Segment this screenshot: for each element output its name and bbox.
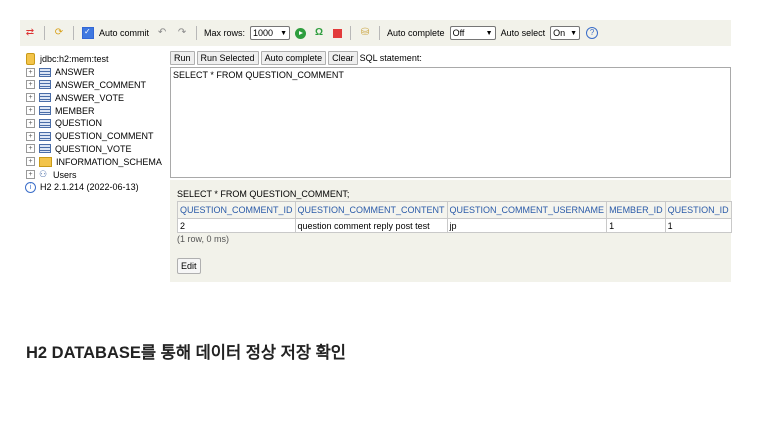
version-label: H2 2.1.214 (2022-06-13) (40, 182, 139, 193)
table-icon (39, 80, 51, 90)
run-icon[interactable] (295, 27, 307, 39)
chevron-down-icon: ▼ (485, 29, 493, 37)
auto-select-select[interactable]: On ▼ (550, 26, 581, 40)
auto-select-value: On (553, 28, 566, 38)
tree-table-member[interactable]: + MEMBER (25, 104, 165, 117)
folder-icon (39, 156, 52, 167)
toolbar-divider (350, 26, 352, 40)
results-header-row: QUESTION_COMMENT_ID QUESTION_COMMENT_CON… (177, 201, 732, 219)
table-cell: 1 (606, 218, 666, 233)
sql-editor[interactable]: SELECT * FROM QUESTION_COMMENT (170, 67, 731, 178)
run-button[interactable]: Run (170, 51, 195, 65)
table-icon (39, 106, 51, 116)
expand-icon[interactable]: + (26, 118, 35, 128)
users-icon: ⚇ (39, 169, 48, 180)
run-selected-button[interactable]: Run Selected (196, 51, 259, 65)
commit-icon[interactable]: ↷ (175, 26, 189, 40)
toolbar-divider (196, 26, 198, 40)
max-rows-select[interactable]: 1000 ▼ (250, 26, 291, 40)
expand-icon[interactable]: + (26, 93, 35, 103)
info-icon: i (25, 181, 36, 193)
tree-schema[interactable]: + INFORMATION_SCHEMA (25, 155, 165, 168)
results-table: QUESTION_COMMENT_ID QUESTION_COMMENT_CON… (177, 201, 732, 233)
expand-icon[interactable]: + (26, 170, 35, 180)
table-icon (39, 118, 51, 128)
table-label: ANSWER (55, 67, 95, 78)
row-count: (1 row, 0 ms) (177, 234, 230, 244)
table-cell: 2 (177, 218, 296, 233)
auto-complete-label: Auto complete (387, 28, 445, 38)
tree-table-answer[interactable]: + ANSWER (25, 66, 165, 79)
expand-icon[interactable]: + (26, 80, 35, 90)
tree-table-answer-vote[interactable]: + ANSWER_VOTE (25, 91, 165, 104)
column-header[interactable]: QUESTION_COMMENT_CONTENT (294, 201, 448, 219)
table-icon (39, 131, 51, 141)
auto-complete-button[interactable]: Auto complete (260, 51, 327, 65)
table-icon (39, 93, 51, 103)
table-label: ANSWER_COMMENT (55, 79, 147, 90)
tree-table-question-comment[interactable]: + QUESTION_COMMENT (25, 130, 165, 143)
schema-label: INFORMATION_SCHEMA (56, 156, 162, 167)
toolbar-divider (379, 26, 381, 40)
table-label: QUESTION (55, 118, 103, 129)
table-label: QUESTION_COMMENT (55, 131, 154, 142)
rollback-icon[interactable]: ↶ (155, 26, 169, 40)
tree-table-question[interactable]: + QUESTION (25, 117, 165, 130)
expand-icon[interactable]: + (26, 67, 35, 77)
table-icon (39, 144, 51, 154)
max-rows-value: 1000 (253, 28, 274, 38)
table-label: ANSWER_VOTE (55, 92, 125, 103)
executed-sql: SELECT * FROM QUESTION_COMMENT; (177, 189, 350, 199)
history-icon[interactable]: ⛁ (358, 26, 372, 40)
schema-tree: jdbc:h2:mem:test + ANSWER + ANSWER_COMME… (25, 53, 165, 194)
toolbar: ⇄ ⟳ Auto commit ↶ ↷ Max rows: 1000 ▼ Ω ⛁… (20, 20, 731, 46)
tree-users[interactable]: + ⚇ Users (25, 168, 165, 181)
auto-commit-label: Auto commit (99, 28, 150, 38)
clear-button[interactable]: Clear (328, 51, 358, 65)
toolbar-divider (44, 26, 45, 40)
table-label: QUESTION_VOTE (55, 143, 132, 154)
column-header[interactable]: QUESTION_COMMENT_ID (177, 201, 296, 219)
chevron-down-icon: ▼ (570, 29, 578, 37)
auto-complete-select[interactable]: Off ▼ (449, 26, 496, 40)
sql-editor-text: SELECT * FROM QUESTION_COMMENT (173, 70, 344, 80)
expand-icon[interactable]: + (26, 157, 35, 167)
edit-button[interactable]: Edit (177, 258, 201, 274)
column-header[interactable]: QUESTION_COMMENT_USERNAME (446, 201, 608, 219)
stop-icon[interactable] (333, 28, 343, 38)
expand-icon[interactable]: + (26, 131, 35, 141)
tree-table-answer-comment[interactable]: + ANSWER_COMMENT (25, 79, 165, 92)
run-selected-icon[interactable]: Ω (312, 26, 326, 40)
sql-statement-label: SQL statement: (359, 53, 422, 63)
database-icon (26, 53, 35, 66)
max-rows-label: Max rows: (204, 28, 246, 38)
chevron-down-icon: ▼ (280, 29, 288, 37)
results-panel: SELECT * FROM QUESTION_COMMENT; QUESTION… (170, 180, 732, 282)
table-cell: jp (446, 218, 608, 233)
expand-icon[interactable]: + (26, 106, 35, 116)
auto-complete-value: Off (452, 28, 465, 38)
help-icon[interactable]: ? (586, 27, 599, 39)
connection-label: jdbc:h2:mem:test (40, 54, 109, 65)
expand-icon[interactable]: + (26, 144, 35, 154)
table-label: MEMBER (55, 105, 95, 116)
toolbar-divider (73, 26, 74, 40)
query-toolbar: Run Run Selected Auto complete Clear SQL… (170, 50, 422, 66)
caption: H2 DATABASE를 통해 데이터 정상 저장 확인 (26, 344, 346, 362)
table-cell: 1 (664, 218, 732, 233)
table-icon (39, 67, 51, 77)
tree-version: i H2 2.1.214 (2022-06-13) (25, 181, 165, 194)
refresh-icon[interactable]: ⟳ (52, 26, 66, 40)
users-label: Users (53, 169, 77, 180)
column-header[interactable]: MEMBER_ID (606, 201, 666, 219)
disconnect-icon[interactable]: ⇄ (23, 26, 37, 40)
tree-table-question-vote[interactable]: + QUESTION_VOTE (25, 143, 165, 156)
table-row: 2 question comment reply post test jp 1 … (177, 218, 732, 233)
column-header[interactable]: QUESTION_ID (664, 201, 732, 219)
auto-select-label: Auto select (500, 28, 546, 38)
tree-connection[interactable]: jdbc:h2:mem:test (25, 53, 165, 66)
h2-console: ⇄ ⟳ Auto commit ↶ ↷ Max rows: 1000 ▼ Ω ⛁… (20, 20, 732, 282)
table-cell: question comment reply post test (294, 218, 448, 233)
auto-commit-checkbox[interactable] (82, 27, 94, 39)
